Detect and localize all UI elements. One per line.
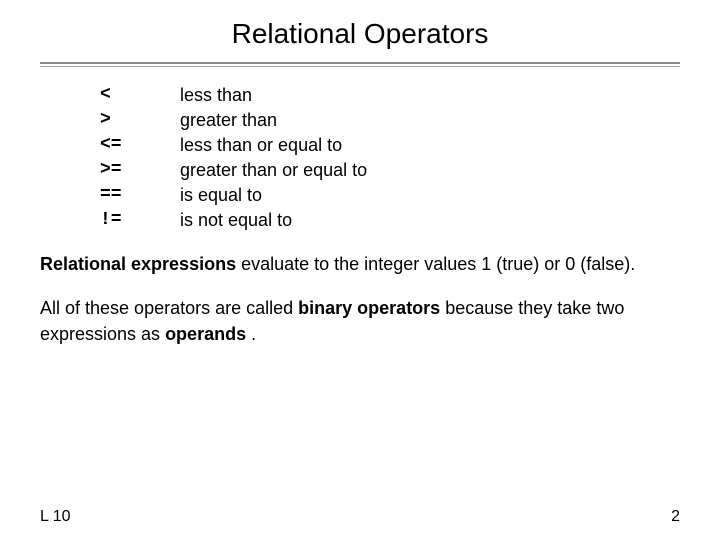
operator-description: less than or equal to [180,135,342,156]
footer: L 10 2 [40,508,680,526]
bold-binary: binary operators [298,298,440,318]
paragraph-rest: evaluate to the integer values 1 (true) … [241,254,635,274]
table-row: != is not equal to [100,210,680,231]
paragraph-relational-expressions: Relational expressions evaluate to the i… [40,251,680,277]
table-row: > greater than [100,110,680,131]
operator-description: is equal to [180,185,262,206]
operators-table: < less than > greater than <= less than … [100,85,680,231]
operator-description: less than [180,85,252,106]
paragraph-prefix: All of these operators are called [40,298,298,318]
page-title: Relational Operators [40,18,680,50]
operator-symbol: >= [100,160,180,181]
page: Relational Operators < less than > great… [0,0,720,540]
footer-left: L 10 [40,508,71,526]
divider-bottom [40,66,680,67]
operator-symbol: == [100,185,180,206]
bold-text: Relational expressions [40,254,236,274]
paragraph-binary-operators: All of these operators are called binary… [40,295,680,347]
table-row: < less than [100,85,680,106]
table-row: == is equal to [100,185,680,206]
operator-description: greater than [180,110,277,131]
operator-symbol: > [100,110,180,131]
table-row: <= less than or equal to [100,135,680,156]
footer-right: 2 [671,508,680,526]
table-row: >= greater than or equal to [100,160,680,181]
operator-symbol: <= [100,135,180,156]
bold-operands: operands [165,324,246,344]
operator-description: is not equal to [180,210,292,231]
operator-description: greater than or equal to [180,160,367,181]
operator-symbol: < [100,85,180,106]
divider-top [40,62,680,64]
operator-symbol: != [100,210,180,231]
paragraph-suffix: . [251,324,256,344]
title-section: Relational Operators [40,0,680,62]
